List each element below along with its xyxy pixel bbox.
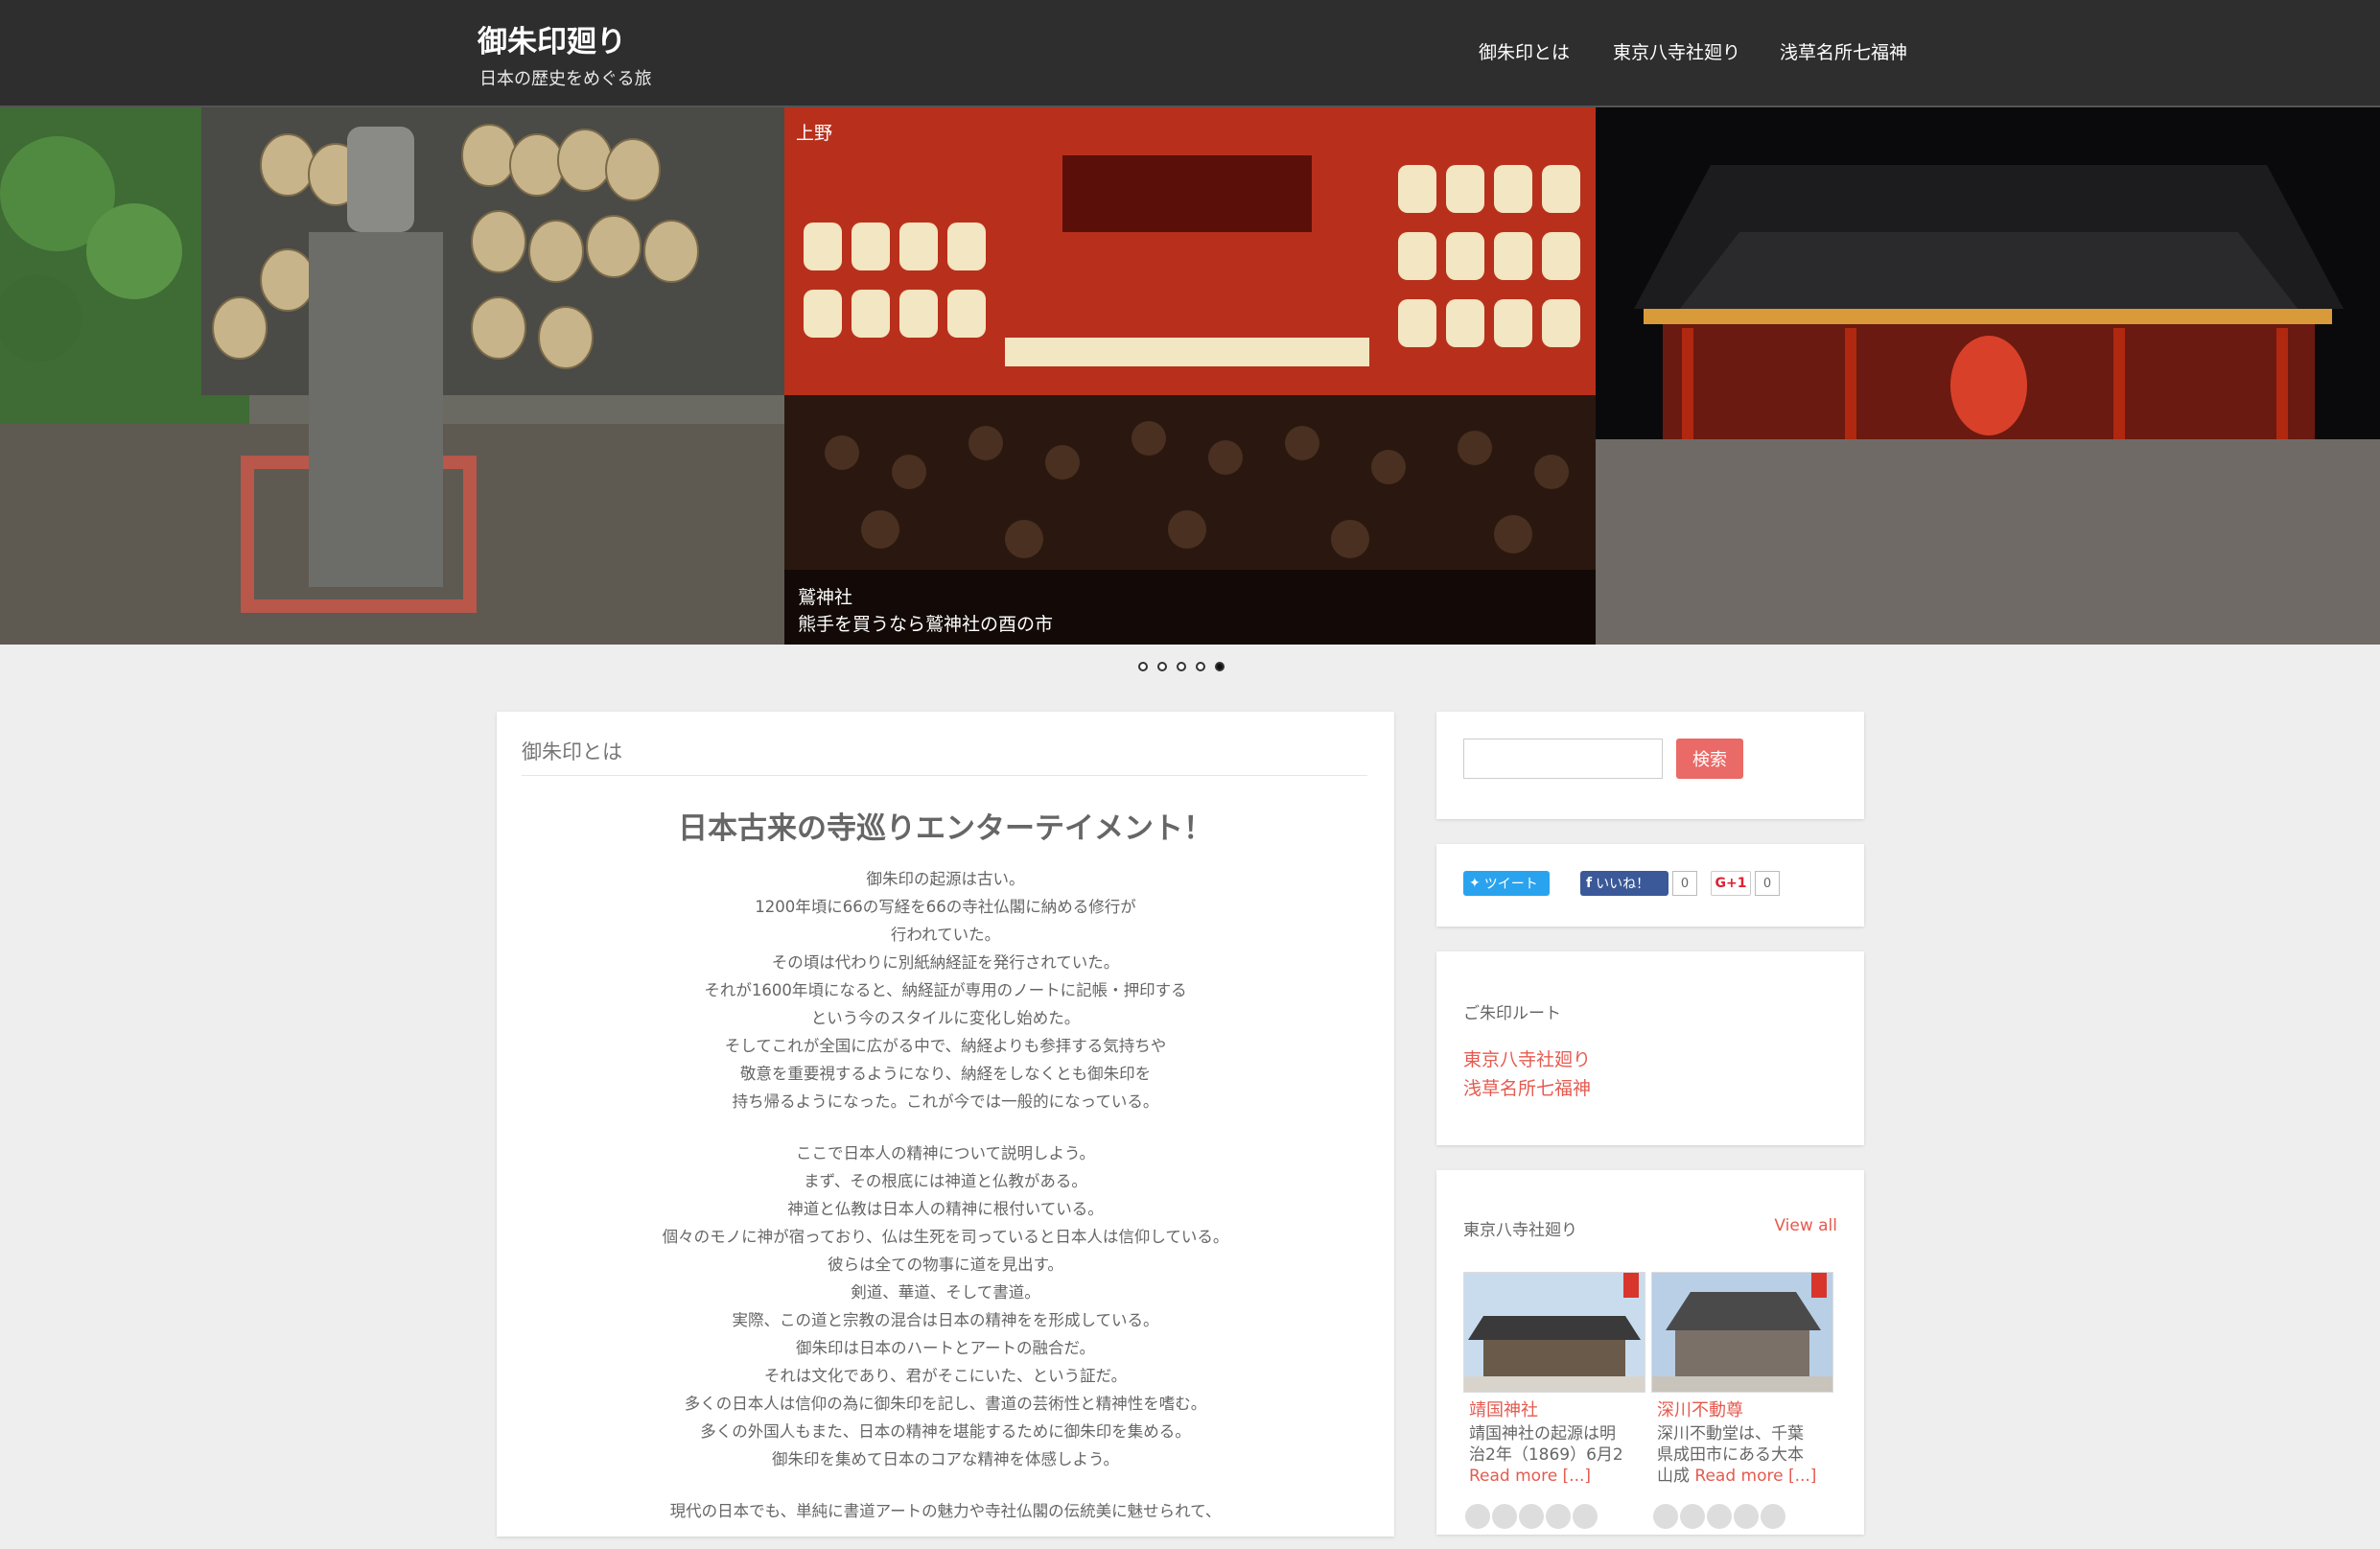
text-line: という今のスタイルに変化し始めた。: [810, 1009, 1081, 1027]
text-line: 神道と仏教は日本人の精神に根付いている。: [787, 1200, 1104, 1218]
excerpt-line: 深川不動堂は、千葉: [1657, 1424, 1804, 1443]
like-label: いいね！: [1596, 877, 1650, 892]
text-line: 御朱印の起源は古い。: [866, 870, 1025, 888]
slide-image-sensoji-temple[interactable]: [1596, 107, 2380, 645]
route-link-asakusa-seven[interactable]: 浅草名所七福神: [1463, 1074, 1591, 1100]
image-slider[interactable]: 上野 鷲神社 熊手を買うなら鷲神社の酉の市: [0, 107, 2380, 645]
paragraph: ここで日本人の精神について説明しよう。 まず、その根底には神道と仏教がある。 神…: [497, 1139, 1394, 1473]
text-line: 行われていた。: [890, 926, 1001, 944]
tweet-label: ツイート: [1483, 877, 1538, 892]
text-line: 1200年頃に66の写経を66の寺社仏閣に納める修行が: [755, 898, 1136, 916]
slider-dot[interactable]: [1196, 662, 1205, 671]
star-icon[interactable]: [1734, 1504, 1759, 1529]
nav-item-goshuin[interactable]: 御朱印とは: [1479, 38, 1570, 64]
route-widget: ご朱印ルート 東京八寺社廻り 浅草名所七福神: [1436, 951, 1864, 1145]
text-line: 個々のモノに神が宿っており、仏は生死を司っていると日本人は信仰している。: [662, 1228, 1229, 1246]
star-icon[interactable]: [1707, 1504, 1732, 1529]
text-line: 御朱印は日本のハートとアートの融合だ。: [795, 1339, 1095, 1357]
share-widget: ✦ ツイート f いいね！ 0 G+1 0: [1436, 844, 1864, 927]
paragraph: 現代の日本でも、単純に書道アートの魅力や寺社仏閣の伝統美に魅せられて、: [497, 1497, 1394, 1525]
text-line: それが1600年頃になると、納経証が専用のノートに記帳・押印する: [704, 981, 1187, 999]
excerpt-line: 靖国神社の起源は明: [1469, 1424, 1616, 1443]
post-excerpt-fukagawa: 深川不動堂は、千葉 県成田市にある大本 山成 Read more [...]: [1657, 1423, 1839, 1487]
gplus-button[interactable]: G+1: [1711, 871, 1751, 896]
text-line: 多くの日本人は信仰の為に御朱印を記し、書道の芸術性と精神性を嗜む。: [684, 1395, 1207, 1413]
gplus-count: 0: [1755, 871, 1780, 896]
article-heading: 御朱印とは: [522, 740, 622, 763]
divider: [522, 775, 1367, 776]
excerpt-line: 山成: [1657, 1467, 1690, 1486]
slide-caption-text: 熊手を買うなら鷲神社の酉の市: [798, 614, 1054, 635]
star-icon[interactable]: [1492, 1504, 1517, 1529]
slide-caption: 鷲神社 熊手を買うなら鷲神社の酉の市: [784, 570, 1596, 645]
posts-widget-title: 東京八寺社廻り: [1463, 1221, 1577, 1240]
star-icon[interactable]: [1573, 1504, 1598, 1529]
posts-widget: 東京八寺社廻り View all 靖国神社 靖国神社の起源は明 治2年（1869…: [1436, 1170, 1864, 1535]
search-widget: 検索: [1436, 712, 1864, 819]
slide-image-otori-shrine[interactable]: 上野 鷲神社 熊手を買うなら鷲神社の酉の市: [784, 107, 1596, 645]
facebook-icon: f: [1586, 876, 1593, 891]
post-excerpt-yasukuni: 靖国神社の起源は明 治2年（1869）6月2 Read more [...]: [1469, 1423, 1651, 1487]
site-description: 日本の歴史をめぐる旅: [479, 69, 652, 89]
text-line: 実際、この道と宗教の混合は日本の精神をを形成している。: [732, 1311, 1159, 1329]
excerpt-line: 治2年（1869）6月2: [1469, 1445, 1623, 1465]
facebook-like-button[interactable]: f いいね！: [1580, 871, 1668, 896]
search-input[interactable]: [1463, 739, 1663, 779]
slider-dot[interactable]: [1177, 662, 1186, 671]
star-icon[interactable]: [1680, 1504, 1705, 1529]
ribbon-badge: [1811, 1273, 1827, 1298]
slider-dot[interactable]: [1138, 662, 1148, 671]
post-thumbnail-yasukuni[interactable]: [1463, 1272, 1645, 1393]
search-button[interactable]: 検索: [1676, 739, 1743, 779]
text-line: 剣道、華道、そして書道。: [851, 1283, 1040, 1302]
slider-dot-active[interactable]: [1215, 662, 1225, 671]
text-line: その頃は代わりに別紙納経証を発行されていた。: [771, 953, 1120, 972]
text-line: 敬意を重要視するようになり、納経をしなくとも御朱印を: [739, 1065, 1152, 1083]
like-count: 0: [1672, 871, 1697, 896]
nav-item-asakusa-seven[interactable]: 浅草名所七福神: [1780, 38, 1907, 64]
text-line: 御朱印を集めて日本のコアな精神を体感しよう。: [771, 1450, 1119, 1468]
rating-stars[interactable]: [1653, 1504, 1785, 1529]
star-icon[interactable]: [1653, 1504, 1678, 1529]
site-title[interactable]: 御朱印廻り: [478, 17, 626, 60]
text-line: まず、その根底には神道と仏教がある。: [804, 1172, 1087, 1190]
view-all-link[interactable]: View all: [1774, 1216, 1837, 1235]
paragraph: 御朱印の起源は古い。 1200年頃に66の写経を66の寺社仏閣に納める修行が 行…: [497, 865, 1394, 1115]
read-more-link[interactable]: Read more [...]: [1469, 1466, 1651, 1487]
star-icon[interactable]: [1465, 1504, 1490, 1529]
text-line: 持ち帰るようになった。これが今では一般的になっている。: [732, 1092, 1159, 1111]
twitter-icon: ✦: [1469, 876, 1481, 891]
ribbon-badge: [1623, 1273, 1639, 1298]
text-line: 現代の日本でも、単純に書道アートの魅力や寺社仏閣の伝統美に魅せられて、: [669, 1502, 1222, 1520]
route-link-tokyo-eight[interactable]: 東京八寺社廻り: [1463, 1045, 1591, 1071]
read-more-link[interactable]: Read more [...]: [1694, 1467, 1816, 1486]
post-title-yasukuni[interactable]: 靖国神社: [1469, 1396, 1538, 1421]
excerpt-line: 県成田市にある大本: [1657, 1445, 1804, 1465]
text-line: そしてこれが全国に広がる中で、納経よりも参拝する気持ちや: [724, 1037, 1167, 1055]
star-icon[interactable]: [1519, 1504, 1544, 1529]
site-header: 御朱印廻り 日本の歴史をめぐる旅 御朱印とは 東京八寺社廻り 浅草名所七福神: [0, 0, 2380, 107]
tweet-button[interactable]: ✦ ツイート: [1463, 871, 1550, 896]
nav-item-tokyo-eight[interactable]: 東京八寺社廻り: [1613, 38, 1740, 64]
route-widget-title: ご朱印ルート: [1463, 1004, 1561, 1023]
text-line: 多くの外国人もまた、日本の精神を堪能するために御朱印を集める。: [700, 1422, 1191, 1441]
slider-pagination: [1138, 662, 1225, 671]
post-thumbnail-fukagawa[interactable]: [1651, 1272, 1833, 1393]
slide-tag: 上野: [796, 123, 833, 144]
rating-stars[interactable]: [1465, 1504, 1598, 1529]
article-title: 日本古来の寺巡りエンターテイメント！: [678, 811, 1213, 846]
article-body: 御朱印の起源は古い。 1200年頃に66の写経を66の寺社仏閣に納める修行が 行…: [497, 865, 1394, 1549]
slider-dot[interactable]: [1157, 662, 1167, 671]
text-line: ここで日本人の精神について説明しよう。: [795, 1144, 1095, 1162]
slide-caption-title[interactable]: 鷲神社: [798, 583, 852, 609]
star-icon[interactable]: [1761, 1504, 1785, 1529]
star-icon[interactable]: [1546, 1504, 1571, 1529]
slide-image-stone-monument[interactable]: [0, 107, 784, 645]
text-line: 彼らは全ての物事に道を見出す。: [828, 1256, 1063, 1274]
text-line: それは文化であり、君がそこにいた、という証だ。: [763, 1367, 1128, 1385]
main-article: 御朱印とは 日本古来の寺巡りエンターテイメント！ 御朱印の起源は古い。 1200…: [497, 712, 1394, 1537]
post-title-fukagawa[interactable]: 深川不動尊: [1657, 1396, 1743, 1421]
